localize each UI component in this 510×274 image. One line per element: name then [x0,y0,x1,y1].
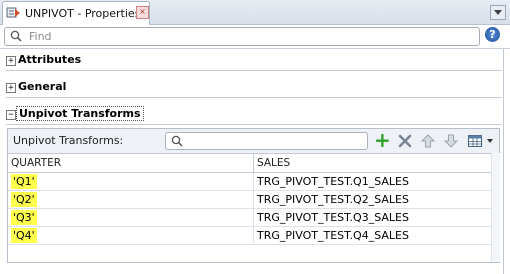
close-tab-icon[interactable]: × [136,6,149,19]
quarter-cell[interactable]: 'Q4' [11,228,37,243]
help-icon[interactable]: ? [485,27,500,42]
divider [6,97,502,98]
unpivot-transforms-panel: Unpivot Transforms: + QUARTER SALES 'Q1'… [7,128,500,263]
chevron-down-icon[interactable] [487,139,493,143]
table-header: QUARTER SALES [8,153,499,173]
column-divider [253,173,254,190]
find-input[interactable]: Find [4,27,480,46]
unpivot-transforms-label: Unpivot Transforms: [13,134,124,147]
column-divider [253,209,254,226]
panel-menu-chevron-icon[interactable] [490,5,506,20]
tab-title: UNPIVOT - Properties [25,7,141,20]
properties-tab[interactable]: UNPIVOT - Properties × [2,1,150,25]
unpivot-search-input[interactable] [165,132,368,150]
move-up-icon[interactable] [420,133,436,149]
divider [6,70,502,71]
sales-cell[interactable]: TRG_PIVOT_TEST.Q1_SALES [257,174,409,189]
vertical-scrollbar[interactable] [491,153,500,262]
collapse-icon[interactable]: − [6,110,16,120]
sales-cell[interactable]: TRG_PIVOT_TEST.Q2_SALES [257,192,409,207]
title-bar: UNPIVOT - Properties × [0,0,510,25]
section-unpivot-transforms-label: Unpivot Transforms [16,106,144,121]
table-view-icon[interactable] [467,133,483,149]
move-down-icon[interactable] [443,133,459,149]
quarter-cell[interactable]: 'Q3' [11,210,37,225]
column-divider [253,227,254,244]
find-bar: Find ? [0,25,510,47]
section-attributes-label: Attributes [18,53,82,66]
search-icon [171,135,183,147]
table-row[interactable]: 'Q4' TRG_PIVOT_TEST.Q4_SALES [8,227,499,245]
table-row[interactable]: 'Q2' TRG_PIVOT_TEST.Q2_SALES [8,191,499,209]
divider [0,48,510,49]
expand-icon[interactable]: + [6,83,16,93]
unpivot-toolbar: Unpivot Transforms: + [8,129,499,153]
column-header-sales[interactable]: SALES [257,157,290,169]
table-row[interactable]: 'Q3' TRG_PIVOT_TEST.Q3_SALES [8,209,499,227]
column-divider [253,191,254,208]
delete-icon[interactable] [397,133,413,149]
sales-cell[interactable]: TRG_PIVOT_TEST.Q4_SALES [257,228,409,243]
find-placeholder: Find [29,30,52,43]
unpivot-operator-icon [6,7,20,18]
add-icon[interactable]: + [374,130,391,150]
search-icon [10,30,22,42]
expand-icon[interactable]: + [6,56,16,66]
table-row[interactable]: 'Q1' TRG_PIVOT_TEST.Q1_SALES [8,173,499,191]
column-header-quarter[interactable]: QUARTER [11,157,61,169]
panel-border [503,49,504,274]
unpivot-transforms-table: QUARTER SALES 'Q1' TRG_PIVOT_TEST.Q1_SAL… [8,153,499,245]
quarter-cell[interactable]: 'Q2' [11,192,37,207]
column-divider [253,154,254,172]
quarter-cell[interactable]: 'Q1' [11,174,37,189]
section-general-label: General [18,80,67,93]
sales-cell[interactable]: TRG_PIVOT_TEST.Q3_SALES [257,210,409,225]
divider [6,124,502,125]
